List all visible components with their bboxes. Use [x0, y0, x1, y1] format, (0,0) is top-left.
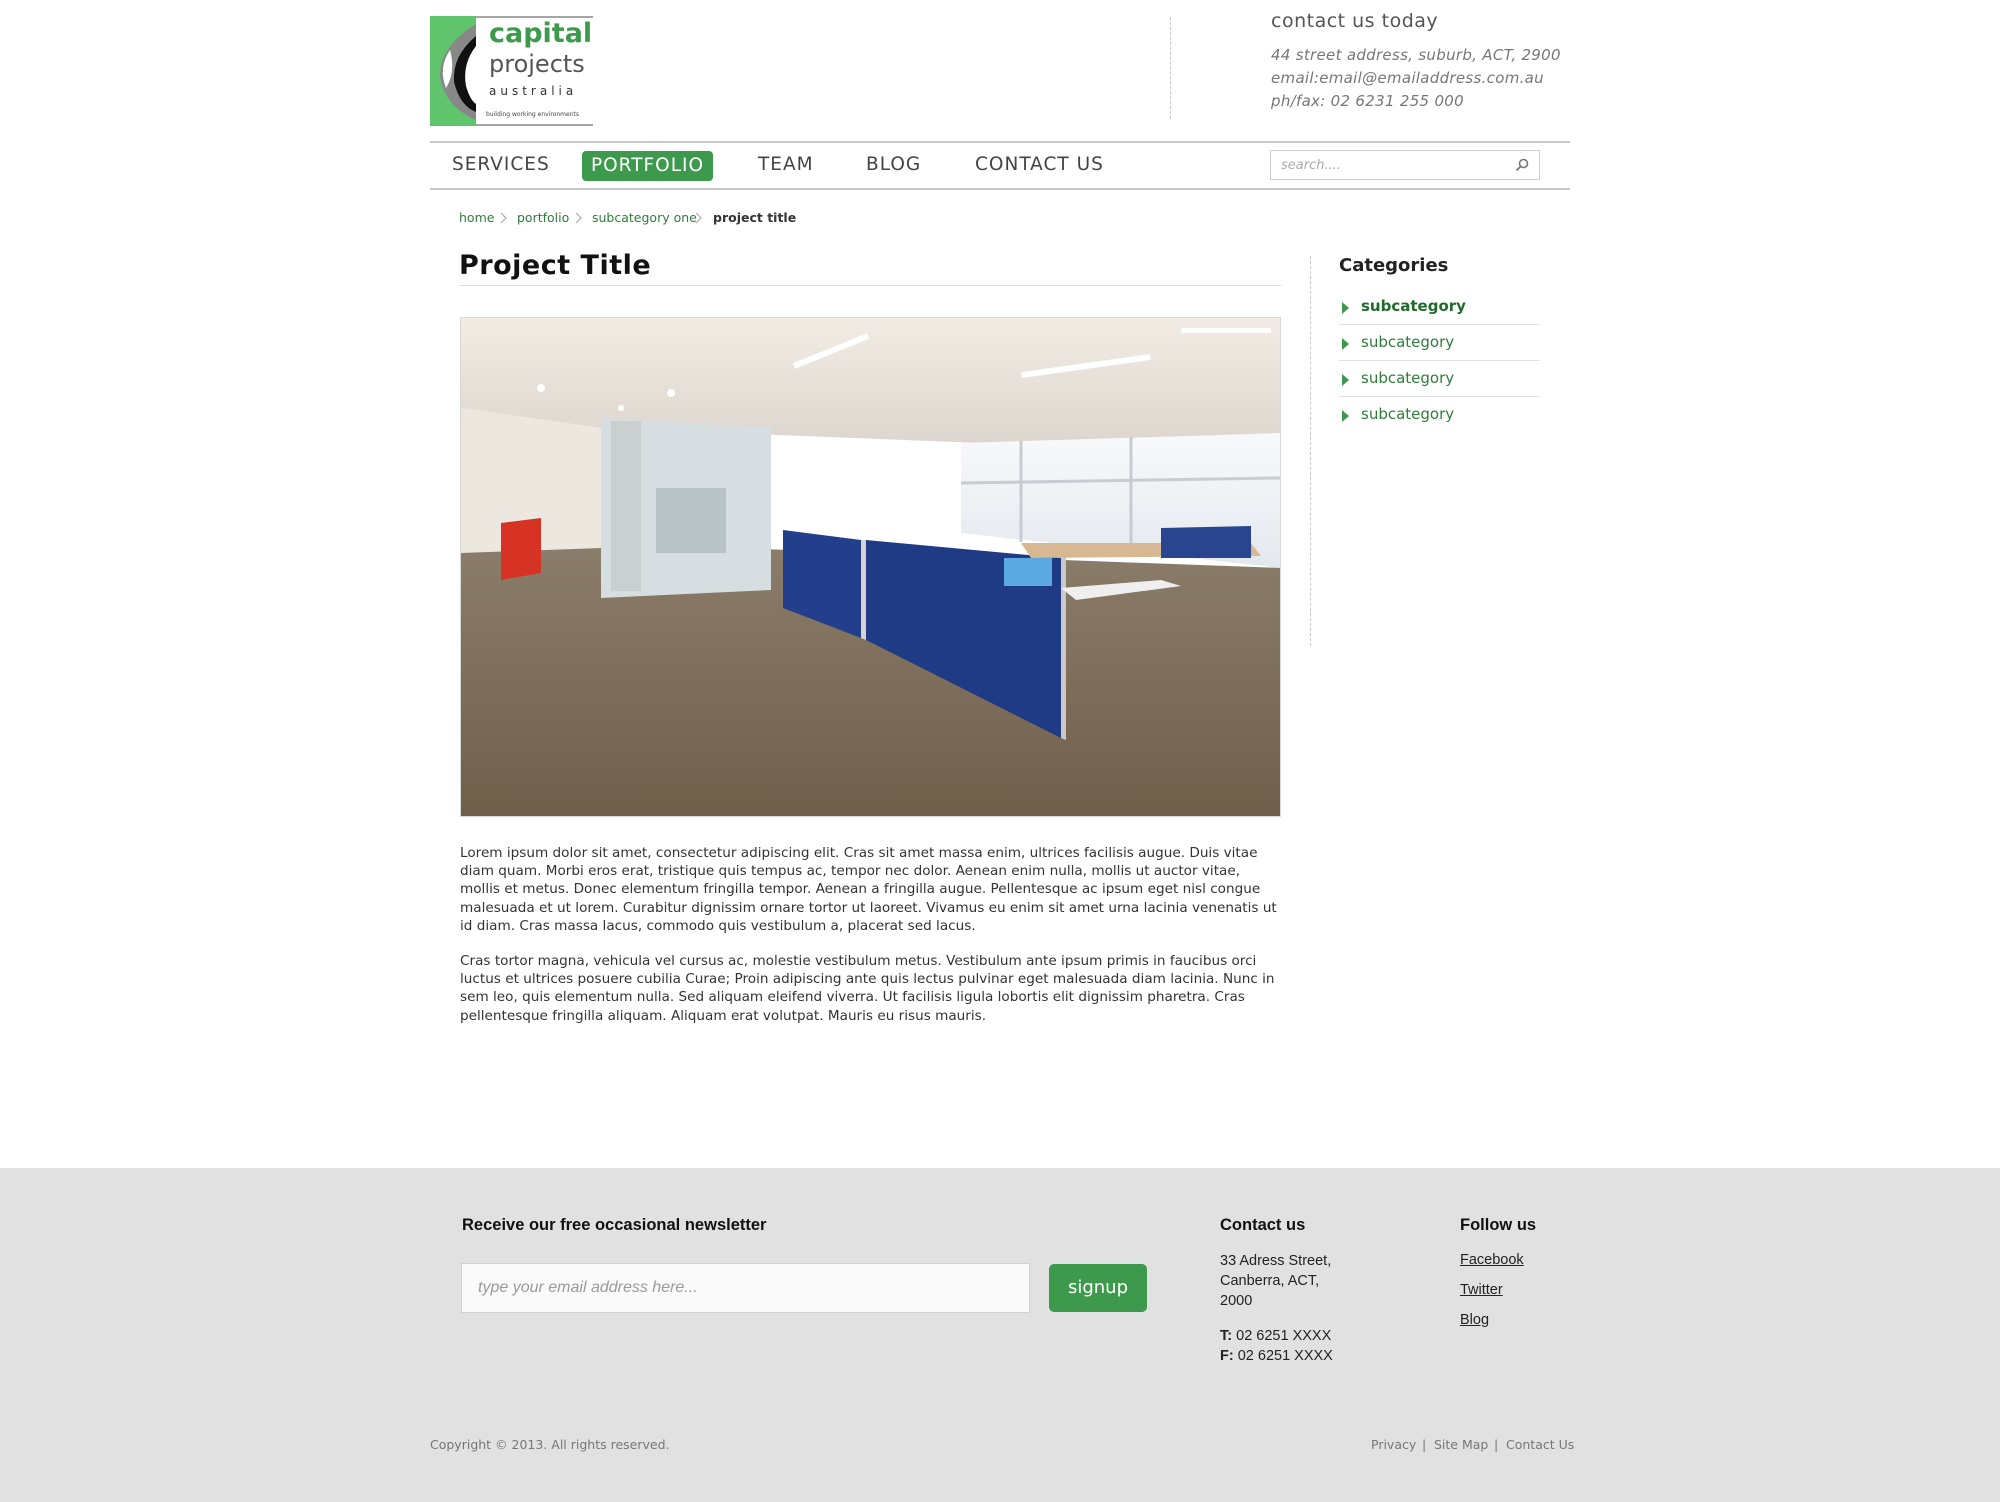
facebook-link[interactable]: Facebook [1460, 1252, 1524, 1268]
breadcrumb-chevron-icon [695, 212, 702, 224]
legal-separator: | [1422, 1437, 1427, 1452]
sidebar-divider [1310, 256, 1311, 646]
arrow-right-icon [1342, 374, 1349, 386]
blog-link[interactable]: Blog [1460, 1312, 1489, 1328]
fax-label: F: [1220, 1348, 1234, 1364]
breadcrumb-current: project title [713, 210, 797, 225]
fax-value: 02 6251 XXXX [1237, 1348, 1333, 1364]
logo-word-australia: australia [489, 84, 578, 98]
logo-tagline: building working environments [486, 111, 579, 118]
follow-heading: Follow us [1460, 1216, 1537, 1234]
title-divider [459, 285, 1281, 286]
footer-contact-heading: Contact us [1220, 1216, 1306, 1234]
arrow-right-icon [1342, 302, 1349, 314]
nav-team[interactable]: TEAM [758, 154, 814, 175]
breadcrumb-chevron-icon [500, 212, 507, 224]
newsletter-email-input[interactable] [461, 1263, 1030, 1313]
nav-contact-us[interactable]: CONTACT US [975, 154, 1104, 175]
contact-email[interactable]: email:email@emailaddress.com.au [1271, 69, 1544, 87]
page-title: Project Title [459, 250, 652, 281]
arrow-right-icon [1342, 410, 1349, 422]
footer-address-line: 33 Adress Street, [1220, 1253, 1332, 1269]
contact-phone: ph/fax: 02 6231 255 000 [1271, 92, 1464, 110]
logo-word-projects: projects [489, 50, 585, 78]
footer-address-line: 2000 [1220, 1293, 1253, 1309]
body-paragraph: Cras tortor magna, vehicula vel cursus a… [460, 953, 1275, 1024]
arrow-right-icon [1342, 338, 1349, 350]
breadcrumb-subcategory[interactable]: subcategory one [592, 210, 697, 225]
project-photo [460, 317, 1281, 817]
phone-value: 02 6251 XXXX [1236, 1328, 1332, 1344]
search-icon[interactable] [1515, 158, 1529, 172]
copyright-text: Copyright © 2013. All rights reserved. [430, 1437, 670, 1452]
nav-bottom-border [430, 188, 1570, 190]
breadcrumb-portfolio[interactable]: portfolio [517, 210, 569, 225]
sidebar-item-subcategory[interactable]: subcategory [1339, 289, 1540, 325]
sidebar-item-subcategory[interactable]: subcategory [1339, 361, 1540, 397]
twitter-link[interactable]: Twitter [1460, 1282, 1503, 1298]
site-map-link[interactable]: Site Map [1434, 1437, 1488, 1452]
sidebar-item-label: subcategory [1361, 297, 1466, 315]
contact-heading: contact us today [1271, 10, 1439, 32]
logo[interactable]: capital projects australia building work… [430, 16, 593, 126]
nav-top-border [430, 141, 1570, 143]
breadcrumb-chevron-icon [575, 212, 582, 224]
sidebar-item-label: subcategory [1361, 333, 1455, 351]
phone-label: T: [1220, 1328, 1233, 1344]
body-paragraph: Lorem ipsum dolor sit amet, consectetur … [460, 845, 1277, 934]
contact-address: 44 street address, suburb, ACT, 2900 [1271, 46, 1561, 64]
nav-portfolio[interactable]: PORTFOLIO [582, 151, 713, 181]
contact-us-link[interactable]: Contact Us [1506, 1437, 1574, 1452]
privacy-link[interactable]: Privacy [1371, 1437, 1416, 1452]
newsletter-heading: Receive our free occasional newsletter [462, 1216, 767, 1234]
nav-services[interactable]: SERVICES [452, 154, 550, 175]
nav-blog[interactable]: BLOG [866, 154, 921, 175]
logo-word-capital: capital [489, 18, 593, 49]
sidebar-item-label: subcategory [1361, 369, 1455, 387]
search-box [1270, 150, 1540, 180]
sidebar-title: Categories [1339, 255, 1449, 276]
sidebar-item-subcategory[interactable]: subcategory [1339, 397, 1540, 433]
footer-fax: F: 02 6251 XXXX [1220, 1346, 1333, 1366]
footer-address-line: Canberra, ACT, [1220, 1273, 1320, 1289]
sidebar-item-label: subcategory [1361, 405, 1455, 423]
footer [0, 1168, 2000, 1502]
footer-phone: T: 02 6251 XXXX [1220, 1326, 1331, 1346]
breadcrumb-home[interactable]: home [459, 210, 494, 225]
legal-separator: | [1494, 1437, 1499, 1452]
search-input[interactable] [1281, 155, 1501, 175]
signup-button[interactable]: signup [1049, 1264, 1147, 1312]
sidebar-item-subcategory[interactable]: subcategory [1339, 325, 1540, 361]
header-divider [1170, 17, 1171, 119]
